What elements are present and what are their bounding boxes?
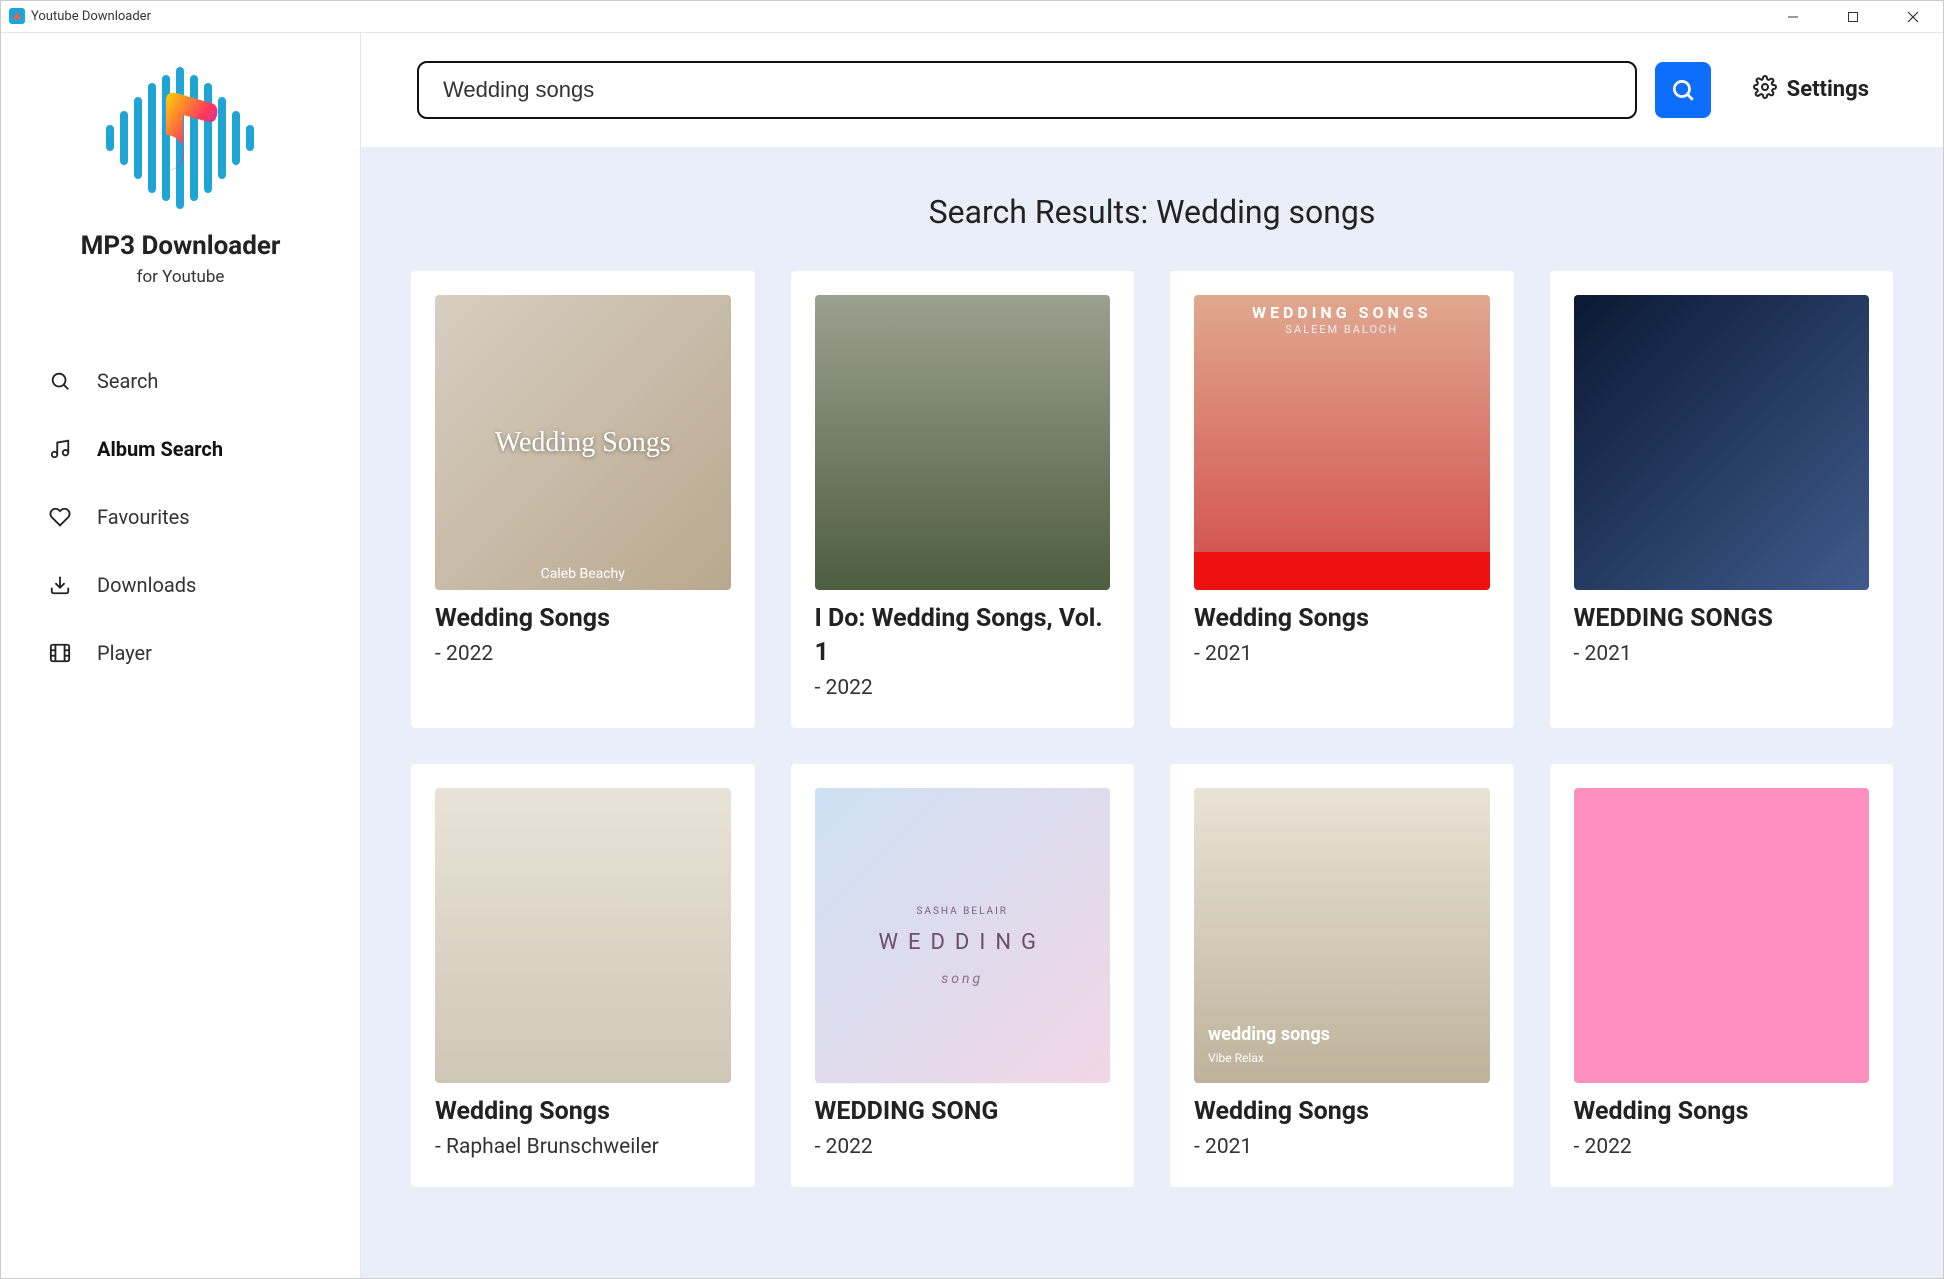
- sidebar: MP3 Downloader for Youtube Search Album …: [1, 33, 361, 1278]
- film-icon: [49, 642, 71, 664]
- app-subtitle: for Youtube: [137, 267, 225, 287]
- main-content: Settings Search Results: Wedding songs W…: [361, 33, 1943, 1278]
- result-title: WEDDING SONGS: [1574, 602, 1870, 636]
- sidebar-item-label: Album Search: [97, 437, 223, 461]
- settings-label: Settings: [1787, 77, 1869, 102]
- result-card[interactable]: Wedding Songs - 2022: [1550, 764, 1894, 1187]
- maximize-button[interactable]: [1823, 1, 1883, 33]
- topbar: Settings: [361, 33, 1943, 147]
- result-card[interactable]: SASHA BELAIR WEDDING song WEDDING SONG -…: [791, 764, 1135, 1187]
- music-icon: [49, 438, 71, 460]
- thumb-ribbon: [1194, 552, 1490, 590]
- thumb-artist-text: Caleb Beachy: [541, 566, 625, 582]
- app-logo-icon: [96, 53, 266, 223]
- sidebar-item-favourites[interactable]: Favourites: [1, 483, 360, 551]
- close-button[interactable]: [1883, 1, 1943, 33]
- sidebar-item-label: Search: [97, 369, 158, 393]
- result-card[interactable]: I Do: Wedding Songs, Vol. 1 - 2022: [791, 271, 1135, 728]
- download-icon: [49, 574, 71, 596]
- sidebar-item-label: Downloads: [97, 573, 196, 597]
- result-thumbnail: WEDDING SONGS SALEEM BALOCH: [1194, 295, 1490, 591]
- sidebar-item-album-search[interactable]: Album Search: [1, 415, 360, 483]
- sidebar-item-downloads[interactable]: Downloads: [1, 551, 360, 619]
- result-card[interactable]: WEDDING SONGS SALEEM BALOCH Wedding Song…: [1170, 271, 1514, 728]
- sidebar-item-search[interactable]: Search: [1, 347, 360, 415]
- heart-icon: [49, 506, 71, 528]
- result-card[interactable]: Wedding Songs - Raphael Brunschweiler: [411, 764, 755, 1187]
- result-thumbnail: [1574, 295, 1870, 591]
- result-thumbnail: wedding songs Vibe Relax: [1194, 788, 1490, 1084]
- results-grid: Wedding Songs Caleb Beachy Wedding Songs…: [411, 271, 1893, 1187]
- thumb-sub-text: song: [815, 971, 1111, 987]
- search-input[interactable]: [417, 61, 1637, 119]
- result-meta: - 2022: [815, 1135, 1111, 1159]
- thumb-overlay-text: Wedding Songs: [495, 427, 671, 459]
- sidebar-item-player[interactable]: Player: [1, 619, 360, 687]
- gear-icon: [1753, 75, 1777, 105]
- thumb-header-text: WEDDING SONGS: [1252, 303, 1432, 322]
- result-meta: - 2021: [1194, 642, 1490, 666]
- result-thumbnail: SASHA BELAIR WEDDING song: [815, 788, 1111, 1084]
- results-area: Search Results: Wedding songs Wedding So…: [361, 147, 1943, 1278]
- result-title: Wedding Songs: [1194, 602, 1490, 636]
- result-meta: - 2022: [435, 642, 731, 666]
- sidebar-nav: Search Album Search Favourites: [1, 347, 360, 687]
- result-meta: - Raphael Brunschweiler: [435, 1135, 731, 1159]
- result-thumbnail: [435, 788, 731, 1084]
- search-icon: [49, 370, 71, 392]
- app-name: MP3 Downloader: [81, 231, 281, 261]
- result-card[interactable]: Wedding Songs Caleb Beachy Wedding Songs…: [411, 271, 755, 728]
- search-button[interactable]: [1655, 62, 1711, 118]
- result-card[interactable]: wedding songs Vibe Relax Wedding Songs -…: [1170, 764, 1514, 1187]
- sidebar-item-label: Player: [97, 641, 152, 665]
- sidebar-item-label: Favourites: [97, 505, 190, 529]
- result-title: Wedding Songs: [435, 1095, 731, 1129]
- titlebar: Youtube Downloader: [1, 1, 1943, 33]
- settings-link[interactable]: Settings: [1735, 75, 1887, 105]
- thumb-main-text: WEDDING: [815, 930, 1111, 955]
- thumb-title-text: wedding songs: [1208, 1024, 1330, 1045]
- app-logo-block: MP3 Downloader for Youtube: [81, 53, 281, 287]
- result-meta: - 2021: [1194, 1135, 1490, 1159]
- window-title: Youtube Downloader: [31, 9, 151, 24]
- result-meta: - 2022: [815, 676, 1111, 700]
- result-card[interactable]: WEDDING SONGS - 2021: [1550, 271, 1894, 728]
- thumb-sub-text: Vibe Relax: [1208, 1051, 1264, 1065]
- result-meta: - 2021: [1574, 642, 1870, 666]
- result-meta: - 2022: [1574, 1135, 1870, 1159]
- results-heading: Search Results: Wedding songs: [411, 193, 1893, 231]
- result-thumbnail: Wedding Songs Caleb Beachy: [435, 295, 731, 591]
- result-thumbnail: [1574, 788, 1870, 1084]
- result-title: I Do: Wedding Songs, Vol. 1: [815, 602, 1111, 670]
- result-title: Wedding Songs: [1194, 1095, 1490, 1129]
- result-title: Wedding Songs: [435, 602, 731, 636]
- minimize-button[interactable]: [1763, 1, 1823, 33]
- app-icon: [9, 8, 25, 24]
- thumb-name-text: SALEEM BALOCH: [1285, 323, 1398, 336]
- result-title: Wedding Songs: [1574, 1095, 1870, 1129]
- result-thumbnail: [815, 295, 1111, 591]
- thumb-small-text: SASHA BELAIR: [815, 906, 1111, 917]
- result-title: WEDDING SONG: [815, 1095, 1111, 1129]
